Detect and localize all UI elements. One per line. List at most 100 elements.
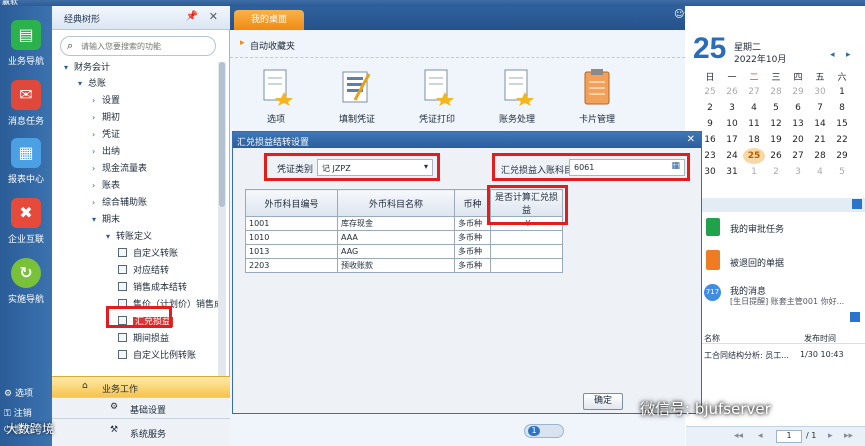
tree-title: 经典树形 [64,15,101,25]
nav-enterprise-label: 企业互联 [7,235,44,245]
left-nav: ▤ 业务导航 ✉ 消息任务 ▦ 报表中心 ✖ 企业互联 ↻ 实施导航 ⚙ 选项 … [0,6,52,446]
tree-node-gl[interactable]: ▾ 总账 [78,76,106,89]
tree-node-cashier[interactable]: › 出纳 [92,144,120,157]
accounting-icon [504,69,534,106]
col-account-name: 外币科目名称 [337,189,455,217]
fav-options[interactable]: 选项 [246,68,306,125]
tree-node-finance[interactable]: ▾ 财务会计 [64,60,110,73]
tree-scrollbar[interactable] [218,62,226,386]
tree-node-transfer-def[interactable]: ▾ 转账定义 [106,229,152,242]
tree-header: 经典树形 📌 ✕ [52,6,230,30]
fav-card-management-label: 卡片管理 [578,115,615,125]
business-nav-icon: ▤ [11,20,41,50]
tree-node-period-pl[interactable]: 期间损益 [118,331,169,344]
last-page-icon[interactable]: ▸▸ [844,431,853,441]
options-link[interactable]: ⚙ 选项 [4,386,33,399]
gear-icon: ⚙ [4,389,13,399]
task-approval[interactable]: 我的审批任务 [730,222,784,235]
tree-node-ledgers[interactable]: › 账表 [92,178,120,191]
calendar-prev-icon[interactable]: ◂ [830,50,835,60]
fav-voucher-print[interactable]: 凭证打印 [407,68,467,125]
pin-icon[interactable]: 📌 [186,11,198,22]
fav-fill-voucher-label: 填制凭证 [338,115,375,125]
options-doc-icon [263,69,293,106]
nav-enterprise[interactable]: ✖ 企业互联 [0,198,52,245]
tree-search-input[interactable] [81,40,211,53]
tree-node-aux[interactable]: › 综合辅助账 [92,195,147,208]
options-label: 选项 [14,389,33,399]
col-currency: 币种 [454,189,491,217]
page-input[interactable]: 1 [776,430,802,443]
nav-business-label: 业务导航 [7,57,44,67]
tree-node-cashflow[interactable]: › 现金流量表 [92,161,147,174]
key-icon: ⚿ [4,409,11,419]
returned-doc-icon [706,250,720,270]
page-total: / 1 [806,431,817,440]
fav-options-label: 选项 [266,115,285,125]
tree-panel: 经典树形 📌 ✕ ⌕ ▾财务会计 ▾总账 ›设置 ›期初 ›凭证 ›出纳 ›现金… [52,6,230,446]
fav-accounting-label: 账务处理 [498,115,535,125]
tree-node-setup[interactable]: › 设置 [92,93,120,106]
bottom-nav-basic[interactable]: ⚙ 基础设置 [52,397,230,418]
favorites-title: 自动收藏夹 [250,42,296,52]
close-icon[interactable]: ✕ [687,134,695,145]
tree-node-custom-transfer[interactable]: 自定义转账 [118,246,178,259]
message-expand-icon[interactable] [850,312,860,322]
col-name: 名称 [704,334,720,343]
tab-bar: 我的桌面 [230,6,685,30]
tree-node-voucher[interactable]: › 凭证 [92,127,120,140]
search-icon: ⌕ [67,39,74,52]
desktop-pager[interactable]: 1 [524,424,564,438]
nav-business[interactable]: ▤ 业务导航 [0,20,52,67]
approval-icon [706,218,720,236]
fav-card-management[interactable]: 卡片管理 [567,68,627,125]
bottom-nav-system[interactable]: ⚒ 系统服务 [52,418,230,446]
highlight-box [264,153,440,181]
system-service-icon: ⚒ [110,425,119,435]
message-preview: [生日提醒] 账套主管001 你好... [730,297,845,306]
nav-reports[interactable]: ▦ 报表中心 [0,138,52,185]
tree-search[interactable]: ⌕ [60,36,216,56]
tab-my-desktop[interactable]: 我的桌面 [234,10,304,30]
tree-node-sales-cost[interactable]: 销售成本结转 [118,280,187,293]
table-row[interactable]: 1010 AAA 多币种 [245,230,563,245]
table-row[interactable]: 2203 预收账款 多币种 [245,258,563,273]
tree-node-corresponding[interactable]: 对应结转 [118,263,169,276]
prev-page-icon[interactable]: ◂ [758,431,763,441]
enterprise-link-icon: ✖ [11,198,41,228]
refresh-icon[interactable] [852,199,862,209]
tree-node-period-end[interactable]: ▾ 期末 [92,212,120,225]
implementation-nav-icon: ↻ [11,258,41,288]
task-section-header [686,198,865,212]
nav-implementation-label: 实施导航 [7,295,44,305]
nav-messages-label: 消息任务 [7,117,44,127]
dialog-titlebar: 汇兑损益结转设置 ✕ [233,132,701,148]
calendar-next-icon[interactable]: ▸ [846,50,851,60]
nav-implementation[interactable]: ↻ 实施导航 [0,258,52,305]
fav-accounting[interactable]: 账务处理 [487,68,547,125]
bottom-nav-business[interactable]: ⌂ 业务工作 [52,376,230,397]
close-icon[interactable]: ✕ [209,10,218,23]
logout-label: 注销 [13,409,32,419]
right-pager: ◂◂ ◂ 1 / 1 ▸ ▸▸ [686,426,865,446]
task-returned[interactable]: 被退回的单据 [730,256,784,269]
calendar-day: 25 [693,32,727,65]
tree-node-opening[interactable]: › 期初 [92,110,120,123]
next-page-icon[interactable]: ▸ [828,431,833,441]
first-page-icon[interactable]: ◂◂ [734,431,743,441]
highlight-box [106,306,172,328]
tree-node-ratio-transfer[interactable]: 自定义比例转账 [118,348,196,361]
pager-current: 1 [528,426,540,436]
watermark-brand: 大数跨境 [6,422,55,436]
table-row[interactable]: 1013 AAG 多币种 [245,244,563,259]
fill-voucher-icon [342,71,371,103]
highlight-box [492,153,690,181]
ok-button[interactable]: 确定 [583,393,623,410]
message-row-text[interactable]: 工合同结构分析: 员工... [704,350,789,361]
logout-link[interactable]: ⚿ 注销 [4,406,32,419]
fav-fill-voucher[interactable]: 填制凭证 [327,68,387,125]
nav-messages[interactable]: ✉ 消息任务 [0,80,52,127]
message-row-time: 1/30 10:43 [800,350,844,359]
dialog-title: 汇兑损益结转设置 [237,138,310,148]
fav-voucher-print-label: 凭证打印 [418,115,455,125]
